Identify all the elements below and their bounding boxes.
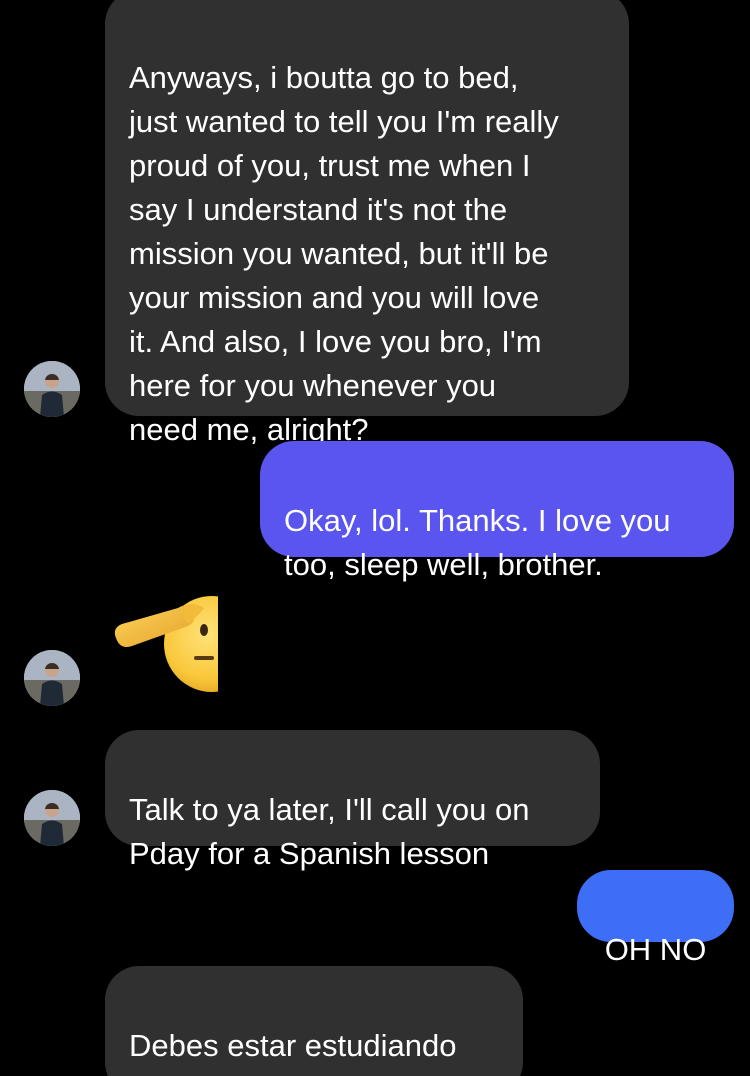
message-text: Talk to ya later, I'll call you on Pday …	[129, 792, 530, 871]
incoming-message-bubble[interactable]: Debes estar estudiando entonces	[105, 966, 523, 1076]
contact-avatar[interactable]	[24, 790, 80, 846]
message-thread: Anyways, i boutta go to bed, just wanted…	[0, 0, 750, 1076]
outgoing-message-bubble[interactable]: Okay, lol. Thanks. I love you too, sleep…	[260, 441, 734, 582]
contact-avatar[interactable]	[24, 650, 80, 706]
message-text: Anyways, i boutta go to bed, just wanted…	[129, 60, 559, 447]
outgoing-message-bubble[interactable]: OH NO	[577, 870, 734, 967]
message-text: Debes estar estudiando entonces	[129, 1028, 457, 1076]
message-text: Okay, lol. Thanks. I love you too, sleep…	[284, 503, 671, 582]
message-text: OH NO	[604, 932, 707, 967]
incoming-message-bubble[interactable]: Talk to ya later, I'll call you on Pday …	[105, 730, 600, 871]
contact-avatar[interactable]	[24, 361, 80, 417]
incoming-message-bubble[interactable]: Anyways, i boutta go to bed, just wanted…	[105, 0, 629, 447]
saluting-face-emoji[interactable]	[108, 594, 260, 694]
